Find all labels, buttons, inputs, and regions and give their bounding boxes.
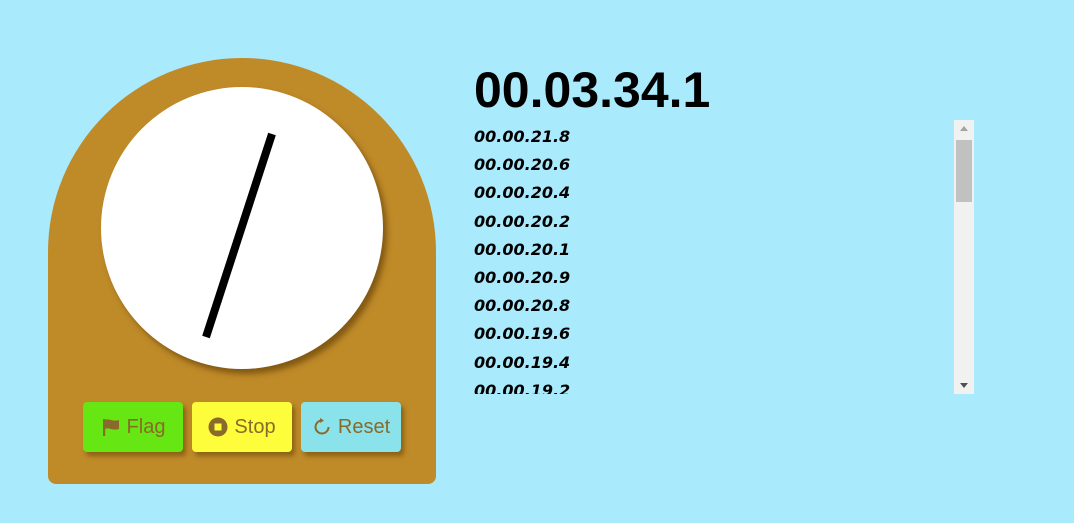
flag-button[interactable]: Flag xyxy=(83,402,183,452)
scrollbar-thumb[interactable] xyxy=(956,140,972,202)
reset-button[interactable]: Reset xyxy=(301,402,401,452)
stop-button-label: Stop xyxy=(234,415,276,438)
scroll-up-arrow-icon[interactable] xyxy=(954,120,974,137)
elapsed-time-display: 00.03.34.1 xyxy=(474,62,711,118)
stop-button[interactable]: Stop xyxy=(192,402,292,452)
lap-time-item: 00.00.20.6 xyxy=(474,155,571,175)
lap-times-list: 00.00.21.8 00.00.20.6 00.00.20.4 00.00.2… xyxy=(474,123,954,394)
reset-icon xyxy=(312,417,332,437)
lap-time-item: 00.00.19.6 xyxy=(474,324,571,344)
second-hand xyxy=(202,132,276,339)
flag-icon xyxy=(101,417,121,437)
lap-time-item: 00.00.21.8 xyxy=(474,127,571,146)
scroll-down-arrow-icon[interactable] xyxy=(954,377,974,394)
lap-time-item: 00.00.20.9 xyxy=(474,267,571,287)
lap-time-item: 00.00.20.1 xyxy=(474,239,571,259)
lap-time-item: 00.00.20.8 xyxy=(474,296,571,316)
lap-time-item: 00.00.20.4 xyxy=(474,183,571,203)
stop-circle-icon xyxy=(208,417,228,437)
lap-time-item: 00.00.20.2 xyxy=(474,211,571,231)
lap-time-item: 00.00.19.4 xyxy=(474,352,571,372)
lap-list-scrollbar[interactable] xyxy=(954,120,974,394)
stopwatch-dial xyxy=(101,87,383,369)
lap-time-item: 00.00.19.2 xyxy=(474,380,571,394)
reset-button-label: Reset xyxy=(337,415,391,438)
flag-button-label: Flag xyxy=(126,415,166,438)
lap-times-panel[interactable]: 00.00.21.8 00.00.20.6 00.00.20.4 00.00.2… xyxy=(474,120,974,394)
dial-hand-graphic xyxy=(202,132,276,339)
stopwatch-body: Flag Stop Reset xyxy=(48,58,436,484)
